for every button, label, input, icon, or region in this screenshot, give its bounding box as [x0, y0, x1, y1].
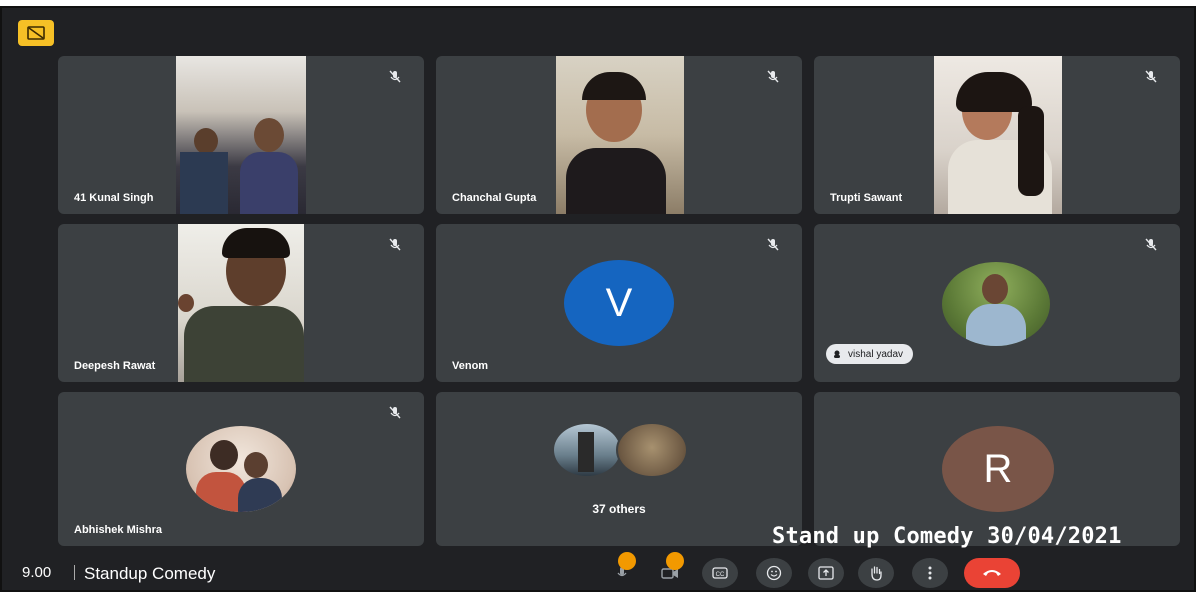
present-icon	[818, 566, 834, 580]
alert-badge	[666, 552, 684, 570]
mic-off-icon	[389, 406, 401, 419]
divider	[74, 565, 75, 580]
participant-tile-others[interactable]: 37 others	[436, 392, 802, 546]
participant-tile[interactable]: R	[814, 392, 1180, 546]
captions-icon: CC	[712, 567, 728, 579]
avatar	[552, 422, 622, 478]
more-icon	[928, 566, 932, 580]
participant-video	[178, 224, 304, 382]
participant-tile[interactable]: V Venom	[436, 224, 802, 382]
avatar: V	[564, 260, 674, 346]
raise-hand-button[interactable]	[858, 558, 894, 588]
participant-tile[interactable]: Chanchal Gupta	[436, 56, 802, 214]
participant-name-pill: vishal yadav	[826, 344, 914, 364]
meeting-time: 9.00	[22, 564, 52, 581]
participant-name: vishal yadav	[848, 348, 904, 360]
avatar	[942, 262, 1050, 346]
participant-tile[interactable]: vishal yadav	[814, 224, 1180, 382]
captions-button[interactable]: CC	[702, 558, 738, 588]
participant-name: Chanchal Gupta	[452, 192, 537, 204]
mic-off-icon	[767, 238, 779, 251]
participant-name: Venom	[452, 360, 489, 372]
participant-video	[176, 56, 306, 214]
avatar: R	[942, 426, 1054, 512]
participant-video	[556, 56, 684, 214]
mic-off-icon	[389, 238, 401, 251]
avatar	[186, 426, 296, 512]
raise-hand-icon	[871, 566, 882, 581]
participant-name: Trupti Sawant	[830, 192, 903, 204]
mic-off-icon	[389, 70, 401, 83]
alert-badge	[618, 552, 636, 570]
participant-tile[interactable]: Deepesh Rawat	[58, 224, 424, 382]
participant-name: Deepesh Rawat	[74, 360, 156, 372]
meeting-window: 41 Kunal Singh Chanchal Gupta Trupti Saw…	[0, 6, 1196, 592]
others-count: 37 others	[592, 502, 646, 516]
mic-off-icon	[1145, 238, 1157, 251]
end-call-button[interactable]	[964, 558, 1020, 588]
more-options-button[interactable]	[912, 558, 948, 588]
bottom-bar: 9.00 Standup Comedy CC	[2, 552, 1194, 590]
participant-name: 41 Kunal Singh	[74, 192, 154, 204]
participant-tile[interactable]: Abhishek Mishra	[58, 392, 424, 546]
mic-off-icon	[1145, 70, 1157, 83]
avatar-initial: R	[983, 446, 1013, 491]
mic-off-icon	[767, 70, 779, 83]
svg-text:CC: CC	[716, 572, 725, 578]
emoji-icon	[766, 565, 782, 581]
camera-button[interactable]	[650, 552, 690, 588]
participant-name: Abhishek Mishra	[74, 524, 163, 536]
reactions-button[interactable]	[756, 558, 792, 588]
present-button[interactable]	[808, 558, 844, 588]
participant-tile[interactable]: 41 Kunal Singh	[58, 56, 424, 214]
presentation-indicator-icon[interactable]	[18, 20, 54, 46]
avatar	[616, 422, 688, 478]
avatar-initial: V	[605, 280, 633, 325]
meeting-title: Standup Comedy	[84, 564, 216, 583]
participant-video	[934, 56, 1062, 214]
overlay-caption: Stand up Comedy 30/04/2021	[772, 524, 1122, 549]
participant-tile[interactable]: Trupti Sawant	[814, 56, 1180, 214]
pin-icon	[834, 350, 840, 358]
end-call-icon	[983, 570, 1001, 576]
mic-button[interactable]	[602, 552, 642, 588]
